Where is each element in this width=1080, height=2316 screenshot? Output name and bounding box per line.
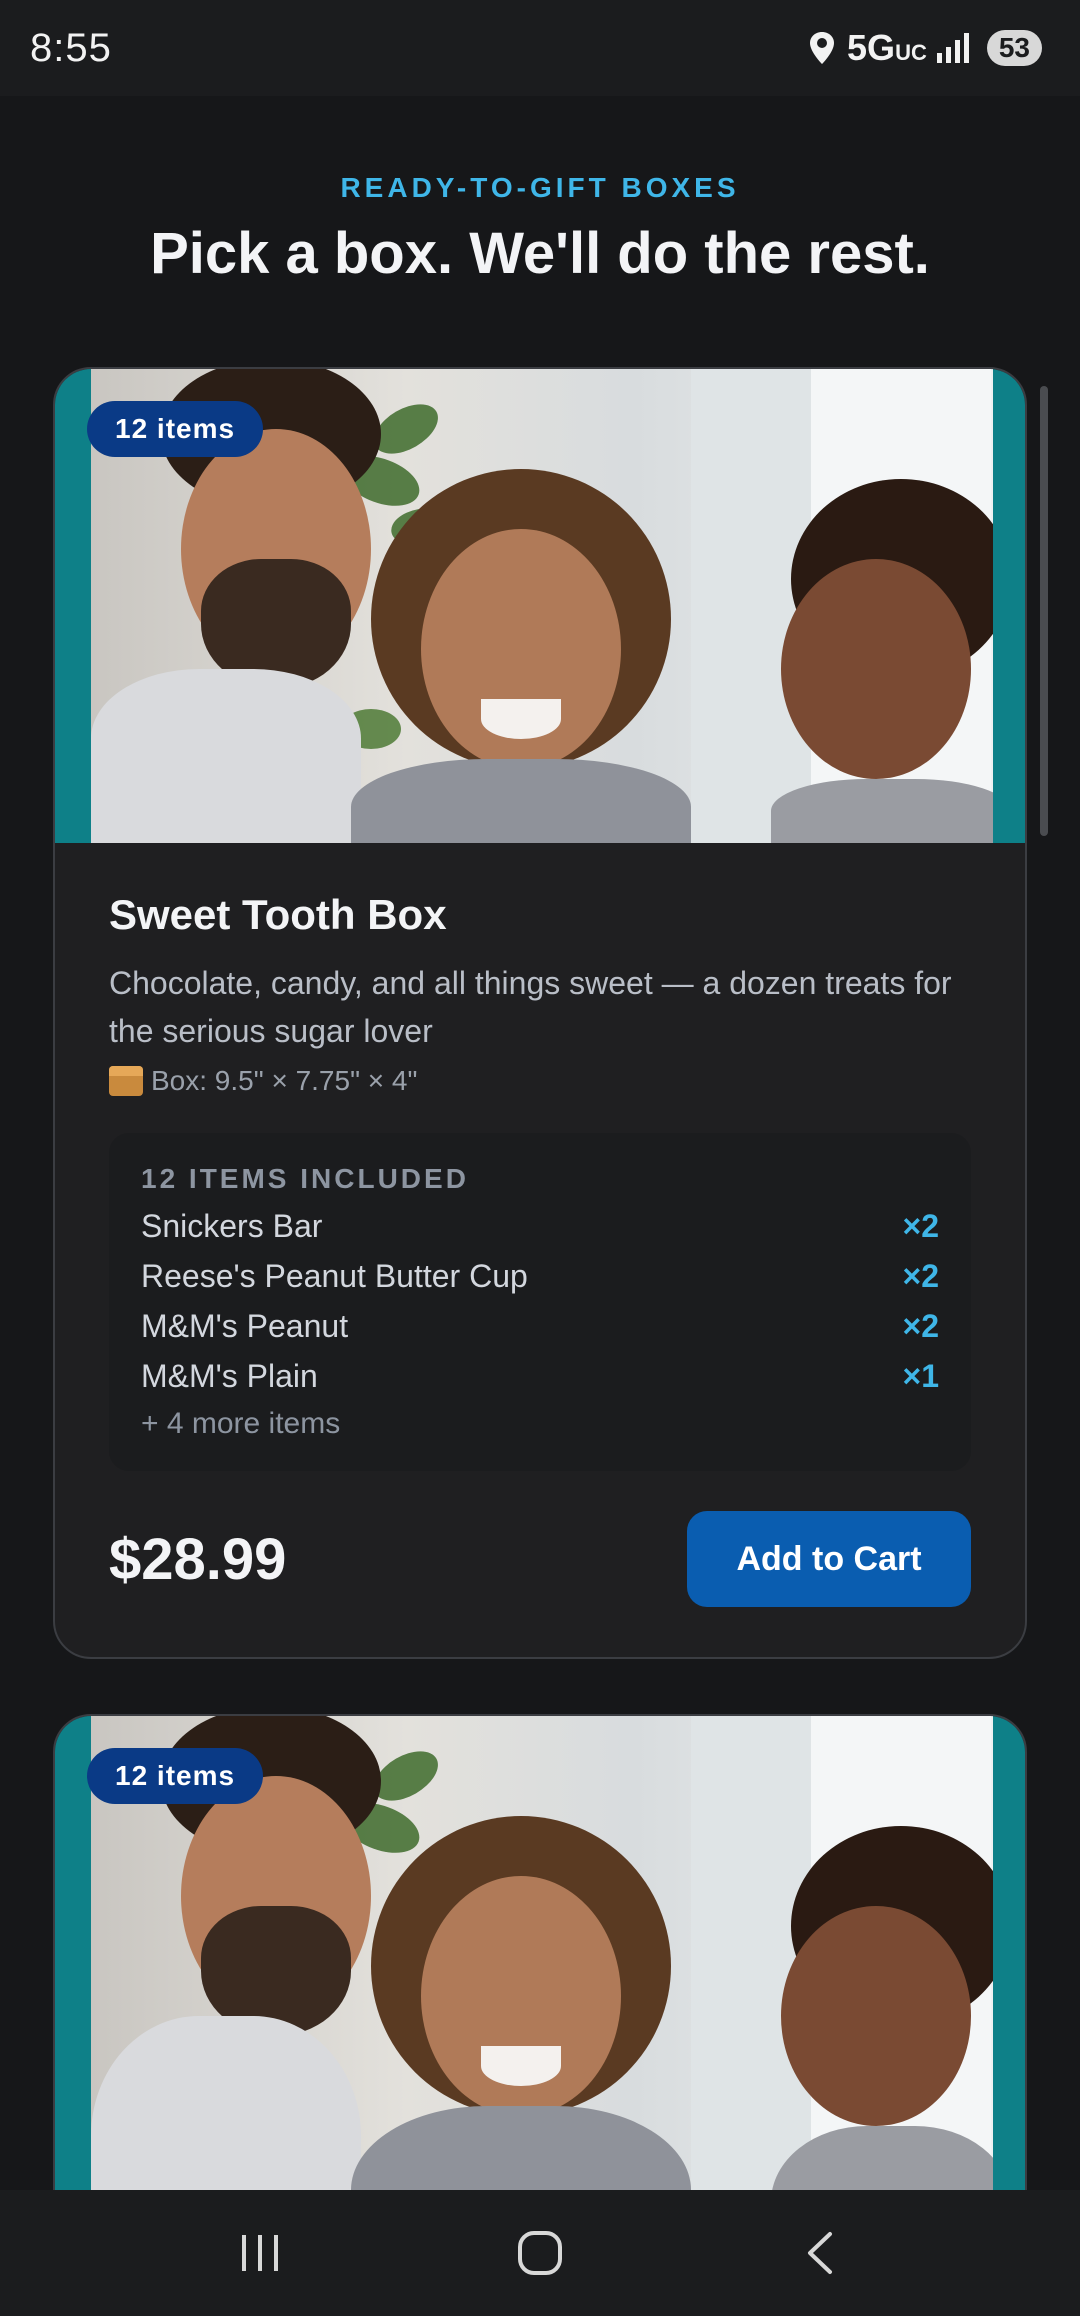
price-row: $28.99 Add to Cart	[109, 1511, 971, 1607]
card-hero-image: 12 items	[55, 1716, 1025, 2190]
battery-indicator: 53	[986, 30, 1042, 66]
signal-icon	[936, 33, 969, 63]
more-items-link[interactable]: + 4 more items	[141, 1407, 939, 1441]
item-quantity: ×2	[902, 1308, 939, 1344]
box-size-text: Box: 9.5" × 7.75" × 4"	[151, 1065, 418, 1096]
item-quantity: ×1	[902, 1358, 939, 1394]
list-item: Reese's Peanut Butter Cup ×2	[141, 1257, 939, 1295]
list-item: Snickers Bar ×2	[141, 1207, 939, 1245]
list-item: M&M's Plain ×1	[141, 1357, 939, 1395]
location-pin-icon	[810, 32, 835, 64]
included-title: 12 ITEMS INCLUDED	[141, 1163, 469, 1194]
card-description: Chocolate, candy, and all things sweet —…	[109, 965, 952, 1049]
home-icon	[518, 2231, 562, 2275]
card-title: Sweet Tooth Box	[109, 891, 447, 938]
item-name: M&M's Plain	[141, 1358, 318, 1394]
main-content[interactable]: READY-TO-GIFT BOXES Pick a box. We'll do…	[0, 96, 1080, 2190]
list-item: M&M's Peanut ×2	[141, 1307, 939, 1345]
status-time: 8:55	[30, 25, 112, 70]
scrollbar[interactable]	[1040, 386, 1048, 836]
item-count-badge: 12 items	[87, 401, 264, 457]
section-eyebrow: READY-TO-GIFT BOXES	[340, 172, 740, 203]
add-to-cart-button[interactable]: Add to Cart	[687, 1511, 971, 1607]
price: $28.99	[109, 1526, 287, 1592]
recent-apps-icon	[242, 2235, 278, 2271]
item-count-badge: 12 items	[87, 1748, 264, 1804]
gift-box-card[interactable]: 12 items Sweet Tooth Box Chocolate, cand…	[53, 367, 1027, 1659]
gift-box-card[interactable]: 12 items	[53, 1714, 1027, 2190]
card-body: Sweet Tooth Box Chocolate, candy, and al…	[55, 843, 1025, 1607]
item-name: M&M's Peanut	[141, 1308, 349, 1344]
system-nav-bar	[0, 2190, 1080, 2316]
item-name: Snickers Bar	[141, 1208, 323, 1244]
included-items-panel: 12 ITEMS INCLUDED Snickers Bar ×2 Reese'…	[109, 1133, 971, 1471]
box-size: Box: 9.5" × 7.75" × 4"	[109, 1065, 971, 1097]
card-hero-image: 12 items	[55, 369, 1025, 843]
page-title: Pick a box. We'll do the rest.	[150, 221, 930, 286]
status-bar: 8:55 5GUC 53	[0, 0, 1080, 96]
recent-apps-button[interactable]	[200, 2213, 320, 2293]
item-quantity: ×2	[902, 1258, 939, 1294]
package-icon	[109, 1066, 143, 1096]
home-button[interactable]	[480, 2213, 600, 2293]
back-button[interactable]	[760, 2213, 880, 2293]
item-name: Reese's Peanut Butter Cup	[141, 1258, 528, 1294]
item-quantity: ×2	[902, 1208, 939, 1244]
network-type: 5GUC	[847, 27, 927, 68]
back-icon	[808, 2232, 832, 2274]
status-icons: 5GUC 53	[807, 27, 1042, 69]
